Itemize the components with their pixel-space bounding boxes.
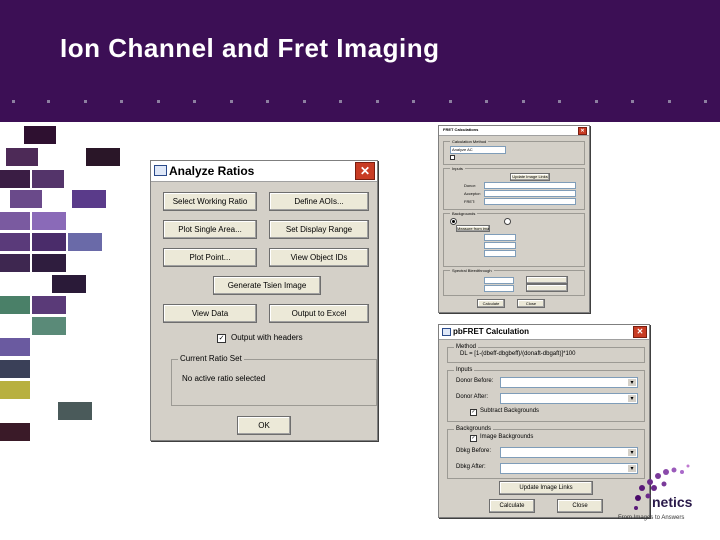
acceptor-select[interactable] bbox=[484, 190, 576, 197]
window-icon bbox=[154, 165, 167, 176]
background-radio-1[interactable] bbox=[450, 218, 457, 225]
define-aois-button[interactable]: Define AOIs... bbox=[269, 192, 369, 211]
close-icon[interactable]: ✕ bbox=[355, 162, 375, 180]
chevron-down-icon: ▾ bbox=[628, 449, 636, 456]
calculate-button[interactable]: Calculate bbox=[489, 499, 535, 513]
method-label: Method bbox=[454, 344, 479, 350]
output-to-excel-button[interactable]: Output to Excel bbox=[269, 304, 369, 323]
dot-divider bbox=[10, 100, 710, 106]
set-display-range-button[interactable]: Set Display Range bbox=[269, 220, 369, 239]
bleedthrough-acceptor-field[interactable] bbox=[484, 285, 514, 292]
fret-calculations-dialog: FRET Calculations ✕ Calculation Method A… bbox=[438, 125, 590, 313]
calculation-method-value: Analyze AC bbox=[452, 147, 473, 152]
subtract-backgrounds-checkbox[interactable]: ✓ bbox=[470, 409, 477, 416]
backgrounds-label: Backgrounds bbox=[454, 426, 494, 432]
update-image-links-button[interactable]: Update Image Links bbox=[510, 173, 550, 181]
image-backgrounds-checkbox[interactable]: ✓ bbox=[470, 435, 477, 442]
output-with-headers-checkbox[interactable]: ✓ bbox=[217, 334, 226, 343]
inputs-group: Inputs Update Image Links Donor: Accepto… bbox=[443, 166, 585, 210]
logo-text: netics bbox=[652, 494, 693, 510]
close-icon[interactable]: ✕ bbox=[633, 326, 647, 338]
method-formula: DL = [1-(dbeff-dbgbeff)/(donaft-dbgaft)]… bbox=[460, 351, 576, 357]
background-acceptor-field[interactable] bbox=[484, 242, 516, 249]
image-backgrounds-label: Image Backgrounds bbox=[480, 434, 534, 440]
subtract-backgrounds-label: Subtract Backgrounds bbox=[480, 408, 540, 414]
background-radio-2[interactable] bbox=[504, 218, 511, 225]
dbkg-before-select[interactable]: ▾ bbox=[500, 447, 638, 458]
calculation-method-select[interactable]: Analyze AC bbox=[450, 146, 506, 154]
current-ratio-set-group: Current Ratio Set No active ratio select… bbox=[171, 354, 377, 406]
slide-title: Ion Channel and Fret Imaging bbox=[60, 33, 440, 63]
title-bar: FRET Calculations ✕ bbox=[439, 126, 589, 136]
measure-from-image-button[interactable]: Measure from image bbox=[456, 225, 490, 232]
bleedthrough-donor-field[interactable] bbox=[484, 277, 514, 284]
backgrounds-group: Backgrounds Measure from image bbox=[443, 211, 585, 267]
calculation-method-label: Calculation Method bbox=[450, 139, 489, 144]
measure-donor-button[interactable] bbox=[526, 276, 568, 284]
title-bar: Analyze Ratios ✕ bbox=[151, 161, 377, 182]
close-button[interactable]: Close bbox=[557, 499, 603, 513]
select-working-ratio-button[interactable]: Select Working Ratio bbox=[163, 192, 257, 211]
company-logo: netics From Images to Answers bbox=[608, 460, 718, 530]
acceptor-label: Acceptor: bbox=[464, 191, 481, 196]
donor-label: Donor: bbox=[464, 183, 477, 188]
generate-tsien-image-button[interactable]: Generate Tsien Image bbox=[213, 276, 321, 295]
background-fret-field[interactable] bbox=[484, 250, 516, 257]
current-ratio-set-value: No active ratio selected bbox=[182, 374, 266, 383]
inputs-group: Inputs Donor Before: ▾ Donor After: ▾ ✓ … bbox=[447, 367, 645, 422]
logo-tagline: From Images to Answers bbox=[618, 515, 685, 521]
chevron-down-icon: ▾ bbox=[628, 379, 636, 386]
calculation-method-group: Calculation Method Analyze AC bbox=[443, 139, 585, 165]
dialog-title: Analyze Ratios bbox=[169, 164, 255, 178]
dialog-title: pbFRET Calculation bbox=[453, 327, 529, 336]
plot-single-area-button[interactable]: Plot Single Area... bbox=[163, 220, 257, 239]
donor-select[interactable] bbox=[484, 182, 576, 189]
background-donor-field[interactable] bbox=[484, 234, 516, 241]
backgrounds-label: Backgrounds bbox=[450, 211, 478, 216]
ok-button[interactable]: OK bbox=[237, 416, 291, 435]
fret-label: FRET: bbox=[464, 199, 476, 204]
close-icon[interactable]: ✕ bbox=[578, 127, 587, 135]
inputs-label: Inputs bbox=[454, 367, 475, 373]
close-button[interactable]: Close bbox=[517, 299, 545, 308]
current-ratio-set-label: Current Ratio Set bbox=[178, 354, 244, 363]
analyze-ratios-dialog: Analyze Ratios ✕ Select Working Ratio De… bbox=[150, 160, 378, 441]
slide-header: Ion Channel and Fret Imaging bbox=[0, 0, 720, 122]
dbkg-after-label: Dbkg After: bbox=[456, 464, 486, 470]
measure-acceptor-button[interactable] bbox=[526, 284, 568, 292]
view-data-button[interactable]: View Data bbox=[163, 304, 257, 323]
donor-after-label: Donor After: bbox=[456, 394, 489, 400]
chevron-down-icon: ▾ bbox=[628, 395, 636, 402]
donor-before-label: Donor Before: bbox=[456, 378, 494, 384]
window-icon bbox=[442, 328, 451, 336]
donor-before-select[interactable]: ▾ bbox=[500, 377, 638, 388]
dialog-title: FRET Calculations bbox=[443, 127, 479, 132]
method-group: Method DL = [1-(dbeff-dbgbeff)/(donaft-d… bbox=[447, 344, 645, 363]
spectral-bleedthrough-group: Spectral Bleedthrough bbox=[443, 268, 585, 296]
spectral-bleedthrough-label: Spectral Bleedthrough bbox=[450, 268, 494, 273]
output-with-headers-label: Output with headers bbox=[231, 333, 303, 342]
view-object-ids-button[interactable]: View Object IDs bbox=[269, 248, 369, 267]
calculate-button[interactable]: Calculate bbox=[477, 299, 505, 308]
dbkg-before-label: Dbkg Before: bbox=[456, 448, 492, 454]
donor-after-select[interactable]: ▾ bbox=[500, 393, 638, 404]
title-bar: pbFRET Calculation ✕ bbox=[439, 325, 649, 340]
update-image-links-button[interactable]: Update Image Links bbox=[499, 481, 593, 495]
plot-point-button[interactable]: Plot Point... bbox=[163, 248, 257, 267]
inputs-label: Inputs bbox=[450, 166, 465, 171]
fret-select[interactable] bbox=[484, 198, 576, 205]
option-checkbox[interactable] bbox=[450, 155, 455, 160]
